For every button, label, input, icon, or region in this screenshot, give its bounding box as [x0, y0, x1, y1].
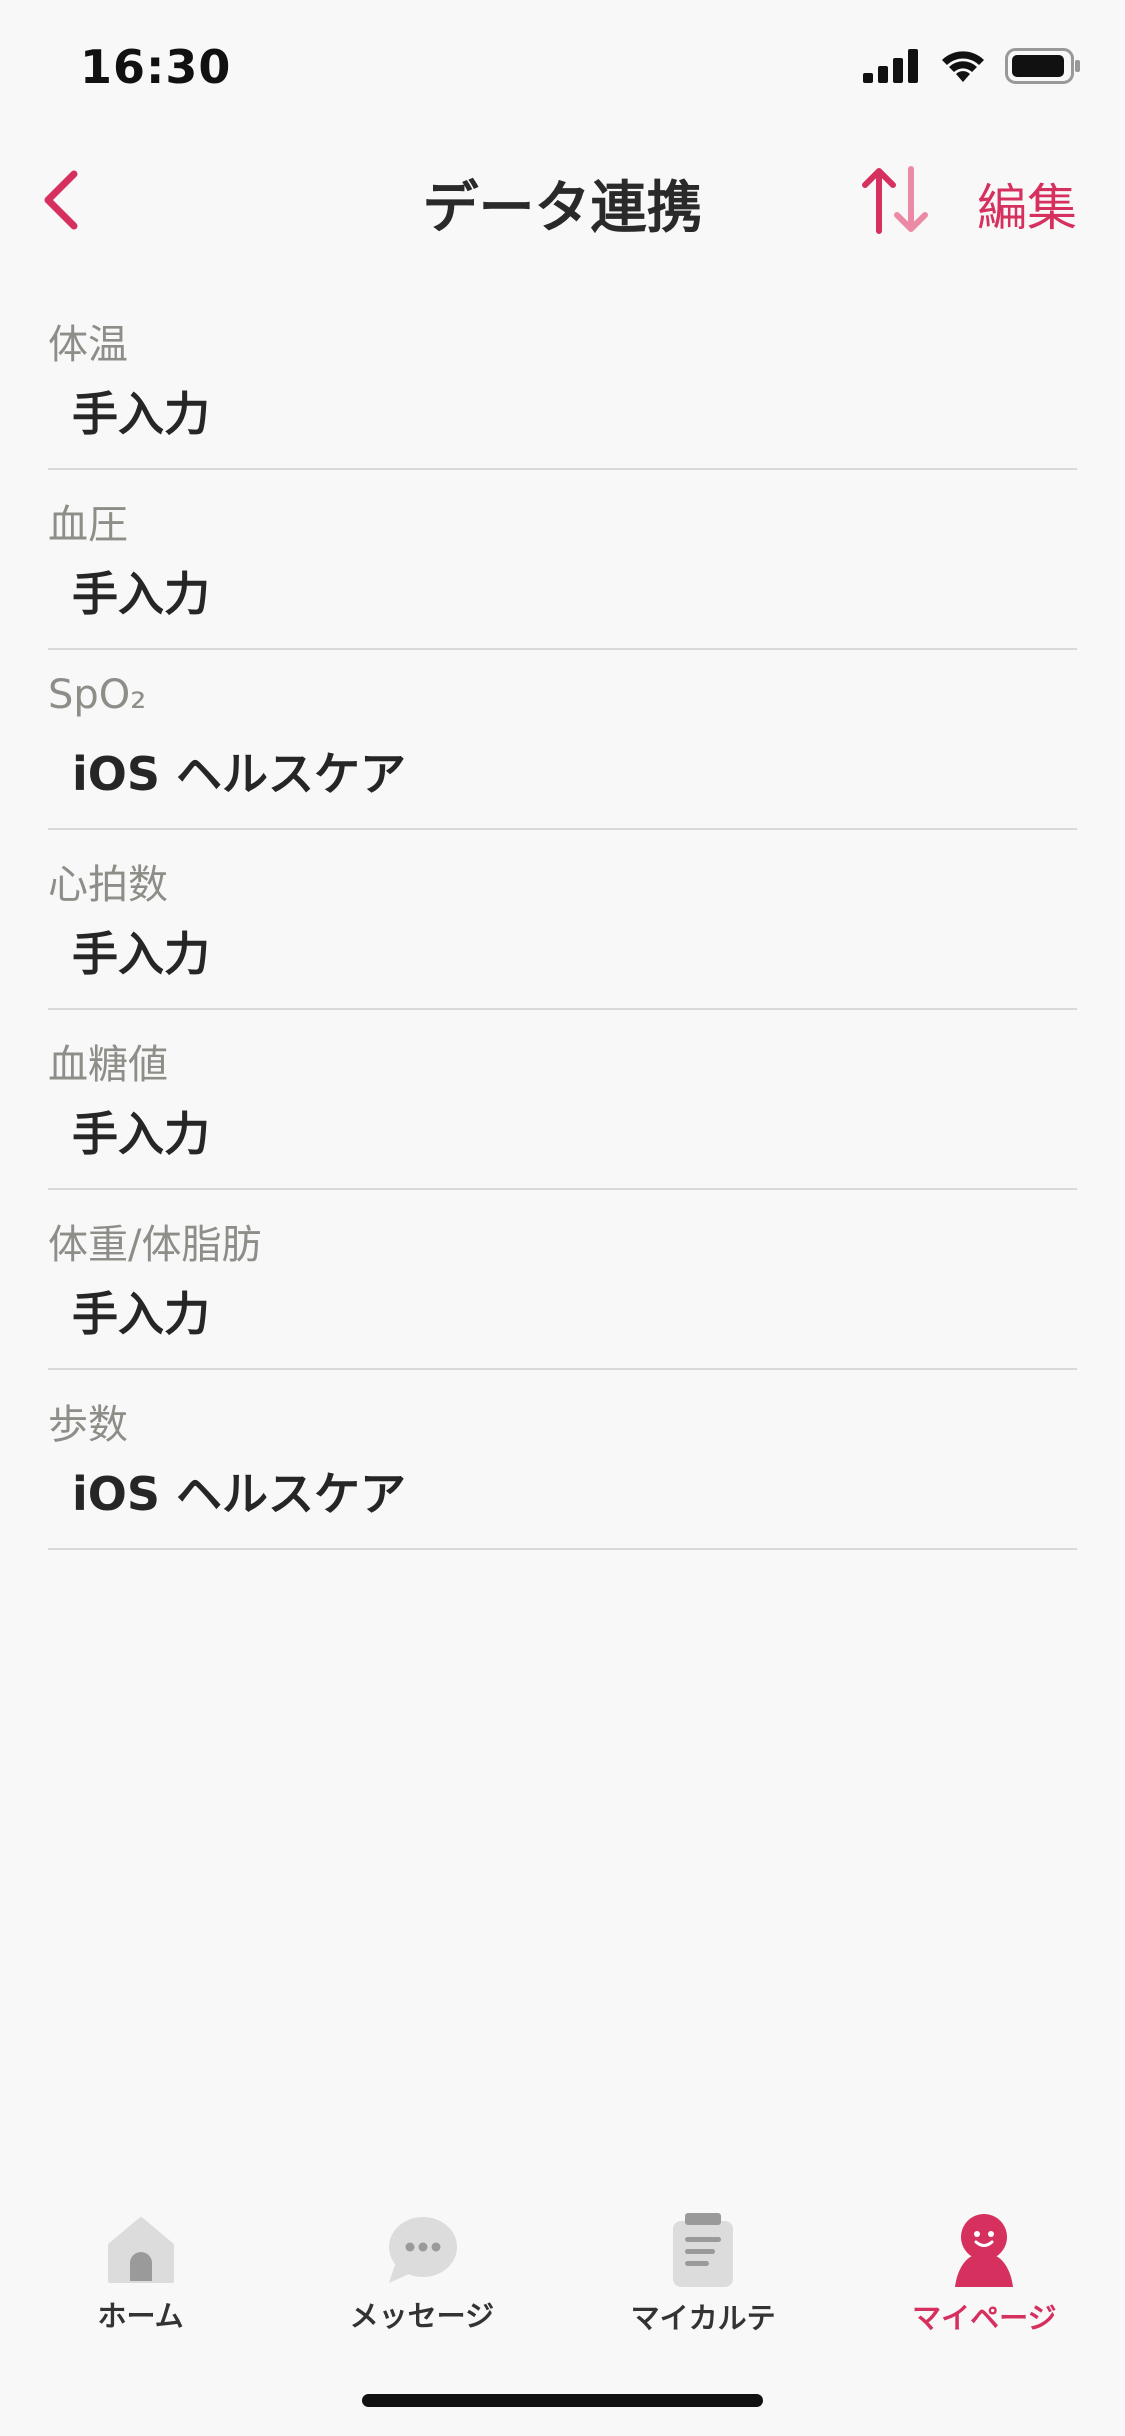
status-time: 16:30 — [80, 40, 232, 94]
tab-bar: ホーム メッセージ マイカルテ マイページ — [0, 2195, 1125, 2335]
tab-label: マイページ — [912, 2301, 1057, 2335]
screen: 16:30 データ連携 編集 体温 手入力 血圧 手入力 SpO₂ iOS ヘル… — [0, 0, 1125, 2436]
data-source-list: 体温 手入力 血圧 手入力 SpO₂ iOS ヘルスケア 心拍数 手入力 血糖値… — [48, 290, 1077, 1550]
list-item-value: 手入力 — [72, 387, 210, 441]
edit-button[interactable]: 編集 — [977, 168, 1077, 240]
list-item-label: 心拍数 — [48, 862, 168, 908]
tab-label: メッセージ — [349, 2299, 495, 2333]
list-item-body-temperature[interactable]: 体温 手入力 — [48, 290, 1077, 470]
list-item-value: iOS ヘルスケア — [72, 747, 407, 801]
list-item-weight-body-fat[interactable]: 体重/体脂肪 手入力 — [48, 1190, 1077, 1370]
tab-messages[interactable]: メッセージ — [281, 2195, 562, 2335]
list-item-value: 手入力 — [72, 567, 210, 621]
status-icons — [863, 48, 1081, 88]
list-item-blood-pressure[interactable]: 血圧 手入力 — [48, 470, 1077, 650]
tab-home[interactable]: ホーム — [0, 2195, 281, 2335]
list-item-blood-glucose[interactable]: 血糖値 手入力 — [48, 1010, 1077, 1190]
list-item-label: 歩数 — [48, 1402, 128, 1448]
clipboard-icon — [663, 2213, 743, 2289]
cellular-signal-icon — [863, 49, 921, 87]
sort-arrows-icon — [862, 166, 928, 234]
sort-button[interactable] — [855, 160, 935, 240]
list-item-label: SpO₂ — [48, 672, 147, 718]
home-indicator — [362, 2394, 763, 2407]
list-item-steps[interactable]: 歩数 iOS ヘルスケア — [48, 1370, 1077, 1550]
list-item-label: 血糖値 — [48, 1042, 168, 1088]
message-icon — [382, 2213, 462, 2287]
list-item-label: 体重/体脂肪 — [48, 1222, 262, 1268]
list-item-label: 血圧 — [48, 502, 128, 548]
battery-icon — [1005, 48, 1081, 88]
tab-my-page[interactable]: マイページ — [844, 2195, 1125, 2335]
tab-my-chart[interactable]: マイカルテ — [563, 2195, 844, 2335]
tab-label: ホーム — [97, 2299, 184, 2333]
navigation-bar: データ連携 編集 — [0, 135, 1125, 265]
page-title: データ連携 — [422, 176, 703, 241]
wifi-icon — [939, 48, 987, 88]
tab-label: マイカルテ — [630, 2301, 776, 2335]
list-item-value: 手入力 — [72, 1287, 210, 1341]
list-item-heart-rate[interactable]: 心拍数 手入力 — [48, 830, 1077, 1010]
person-icon — [944, 2213, 1024, 2289]
list-item-value: 手入力 — [72, 1107, 210, 1161]
status-bar: 16:30 — [0, 0, 1125, 135]
list-item-value: 手入力 — [72, 927, 210, 981]
home-icon — [101, 2213, 181, 2287]
list-item-spo2[interactable]: SpO₂ iOS ヘルスケア — [48, 650, 1077, 830]
list-item-value: iOS ヘルスケア — [72, 1467, 407, 1521]
list-item-label: 体温 — [48, 322, 128, 368]
